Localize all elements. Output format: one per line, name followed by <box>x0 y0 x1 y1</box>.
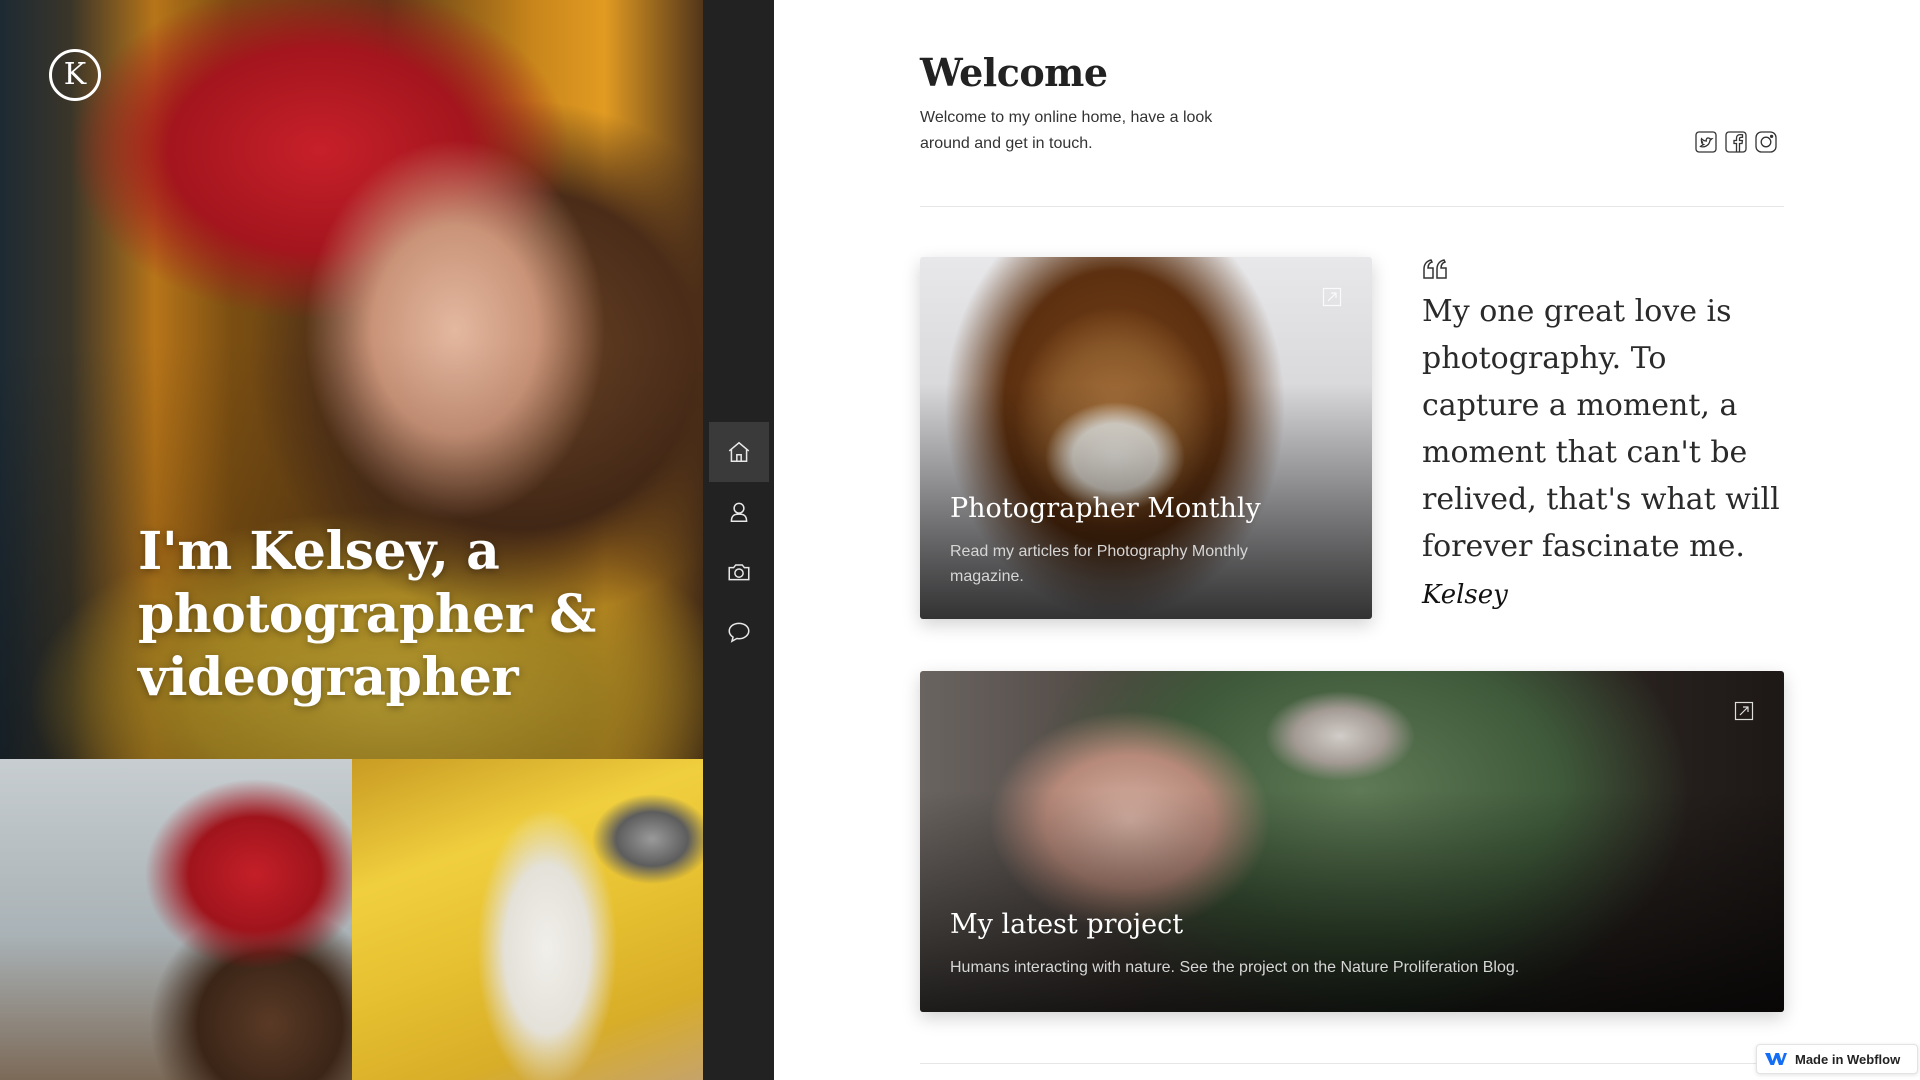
external-link-icon[interactable] <box>1322 287 1342 307</box>
instagram-link[interactable] <box>1754 130 1778 154</box>
side-nav <box>703 0 774 1080</box>
card-description: Humans interacting with nature. See the … <box>950 959 1520 976</box>
camera-icon <box>728 564 750 581</box>
hero-title: I'm Kelsey, a photographer & videographe… <box>138 521 596 708</box>
gallery-photo-camera <box>352 759 703 1080</box>
badge-label: Made in Webflow <box>1795 1051 1901 1067</box>
twitter-icon <box>1695 131 1717 153</box>
webflow-logo-icon <box>1765 1053 1787 1065</box>
chat-bubble-icon <box>728 622 750 643</box>
instagram-icon <box>1755 131 1777 153</box>
facebook-link[interactable] <box>1724 130 1748 154</box>
logo-letter: K <box>63 57 87 92</box>
card-latest-project[interactable]: My latest project Humans interacting wit… <box>920 671 1784 1012</box>
gallery-photo-red-hat <box>0 759 352 1080</box>
hero-photo: K I'm Kelsey, a photographer & videograp… <box>0 0 703 759</box>
nav-item-about[interactable] <box>709 482 769 542</box>
welcome-text: Welcome to my online home, have a look a… <box>920 109 1213 152</box>
user-icon <box>730 502 748 522</box>
nav-item-portfolio[interactable] <box>709 542 769 602</box>
nav-item-contact[interactable] <box>709 602 769 662</box>
divider <box>920 1063 1784 1064</box>
made-in-webflow-badge[interactable]: Made in Webflow <box>1756 1044 1918 1074</box>
home-icon <box>728 441 750 462</box>
page-title: Welcome <box>920 50 1108 95</box>
quote-text: My one great love is photography. To cap… <box>1422 294 1780 564</box>
card-title: My latest project <box>950 909 1184 940</box>
facebook-icon <box>1725 131 1747 153</box>
card-title: Photographer Monthly <box>950 493 1261 524</box>
divider <box>920 206 1784 207</box>
card-description: Read my articles for Photography Monthly… <box>950 543 1248 585</box>
logo[interactable]: K <box>49 49 101 101</box>
twitter-link[interactable] <box>1694 130 1718 154</box>
external-link-icon[interactable] <box>1734 701 1754 721</box>
card-photographer-monthly[interactable]: Photographer Monthly Read my articles fo… <box>920 257 1372 619</box>
quote-icon <box>1423 259 1447 279</box>
nav-item-home[interactable] <box>709 422 769 482</box>
signature: Kelsey <box>1422 580 1508 610</box>
